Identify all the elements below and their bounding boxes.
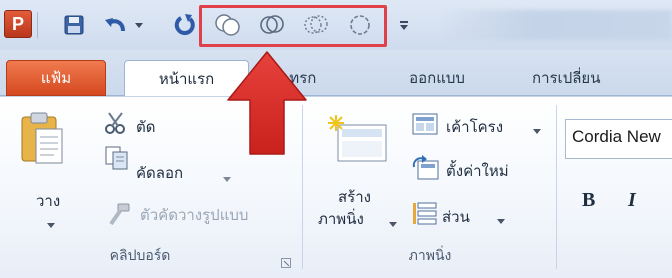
quick-access-toolbar: P — [0, 0, 672, 50]
group-divider — [556, 105, 557, 269]
red-arrow-icon — [227, 51, 307, 155]
copy-icon[interactable] — [104, 145, 130, 175]
reset-button[interactable]: ตั้งค่าใหม่ — [446, 159, 509, 183]
reset-icon[interactable] — [412, 155, 440, 185]
layout-button[interactable]: เค้าโครง — [446, 115, 503, 139]
tab-design[interactable]: ออกแบบ — [382, 60, 492, 96]
section-dropdown-icon[interactable] — [496, 211, 506, 230]
tab-file[interactable]: แฟ้ม — [6, 60, 106, 96]
powerpoint-logo-icon[interactable]: P — [4, 10, 32, 38]
layout-dropdown-icon[interactable] — [532, 121, 542, 140]
font-name-input[interactable]: Cordia New — [565, 119, 672, 159]
save-icon[interactable] — [62, 11, 86, 39]
format-painter-icon[interactable] — [106, 201, 132, 231]
clipboard-group-label: คลิปบอร์ด — [109, 248, 171, 264]
blurred-title-area — [440, 10, 672, 40]
highlight-box — [199, 5, 387, 47]
format-painter-button[interactable]: ตัวคัดวางรูปแบบ — [140, 203, 248, 227]
bold-button[interactable]: B — [582, 189, 595, 212]
italic-button[interactable]: I — [628, 189, 636, 212]
layout-icon[interactable] — [412, 113, 438, 139]
paste-button-label[interactable]: วาง — [36, 189, 60, 213]
copy-button[interactable]: คัดลอก — [136, 161, 183, 185]
toolbar-divider — [37, 12, 38, 38]
paste-icon[interactable] — [18, 109, 66, 171]
ribbon-home: วาง ตัด คัดลอก ตัวคัดวางรูปแบบ คลิปบอร์ด — [0, 96, 672, 278]
ribbon-tabs: แฟ้ม หน้าแรก แทรก ออกแบบ การเปลี่ยน — [0, 50, 672, 97]
redo-icon[interactable] — [172, 11, 198, 39]
scissors-icon[interactable] — [104, 111, 128, 139]
tab-transitions[interactable]: การเปลี่ยน — [518, 60, 672, 96]
customize-toolbar-icon[interactable] — [396, 11, 412, 39]
new-slide-label-line1[interactable]: สร้าง — [338, 185, 371, 209]
new-slide-icon[interactable] — [326, 115, 388, 167]
new-slide-dropdown-icon[interactable] — [388, 214, 398, 233]
new-slide-label-line2[interactable]: ภาพนิ่ง — [318, 207, 364, 231]
section-button[interactable]: ส่วน — [442, 205, 470, 229]
cut-button[interactable]: ตัด — [136, 115, 155, 139]
section-icon[interactable] — [412, 201, 438, 229]
slides-group-label: ภาพนิ่ง — [408, 248, 452, 264]
copy-dropdown-icon[interactable] — [222, 169, 232, 188]
undo-dropdown-icon[interactable] — [132, 11, 146, 39]
undo-icon[interactable] — [103, 11, 129, 39]
paste-dropdown-icon[interactable] — [46, 215, 56, 234]
dialog-launcher-icon[interactable] — [281, 253, 291, 272]
